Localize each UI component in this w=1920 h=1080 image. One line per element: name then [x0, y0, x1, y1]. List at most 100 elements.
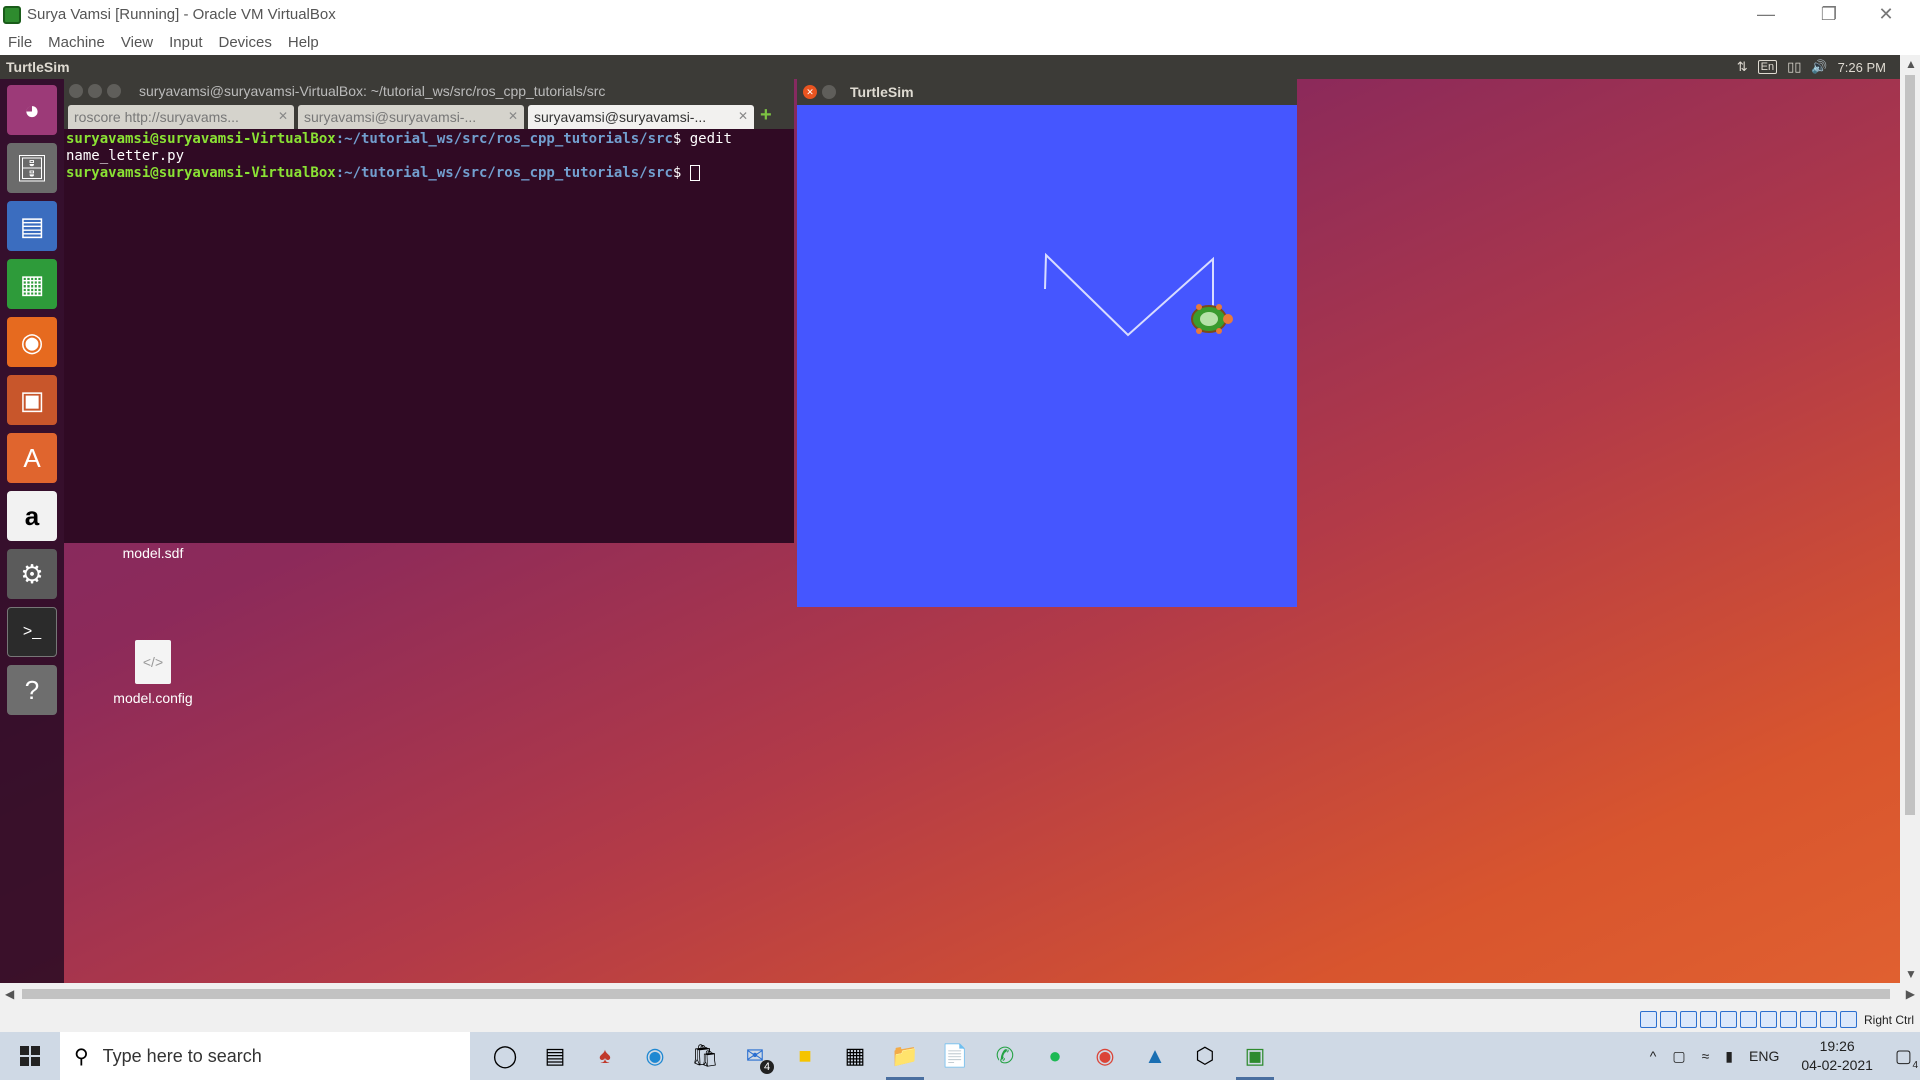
scrollbar-thumb[interactable]: [22, 989, 1890, 999]
terminal-close-button[interactable]: [69, 84, 83, 98]
guest-display[interactable]: TurtleSim ⇅ En ▯▯ 🔊 7:26 PM ◕ 🗄 ▤ ▦ ◉ ▣ …: [0, 55, 1900, 983]
tab-close-icon[interactable]: ✕: [508, 109, 518, 123]
terminal-maximize-button[interactable]: [107, 84, 121, 98]
shared-folders-icon[interactable]: [1739, 1011, 1757, 1028]
clock-time: 19:26: [1819, 1038, 1855, 1054]
virtualbox-taskbar-icon[interactable]: ▣: [1230, 1032, 1280, 1080]
menu-view[interactable]: View: [121, 34, 153, 51]
menu-input[interactable]: Input: [169, 34, 202, 51]
taskbar-clock[interactable]: 19:26 04-02-2021: [1801, 1037, 1873, 1075]
scrollbar-thumb[interactable]: [1905, 75, 1915, 815]
terminal-tab-2[interactable]: suryavamsi@suryavamsi-... ✕: [298, 105, 524, 129]
menu-devices[interactable]: Devices: [219, 34, 272, 51]
turtlesim-window[interactable]: ✕ TurtleSim: [797, 79, 1297, 607]
system-settings-icon[interactable]: ⚙: [7, 549, 57, 599]
audio-icon[interactable]: [1679, 1011, 1697, 1028]
files-icon[interactable]: 🗄: [7, 143, 57, 193]
restore-button[interactable]: ❐: [1806, 0, 1852, 29]
tab-close-icon[interactable]: ✕: [738, 109, 748, 123]
guest-vertical-scrollbar[interactable]: ▲ ▼: [1900, 55, 1920, 983]
close-button[interactable]: ✕: [1863, 0, 1909, 29]
menu-machine[interactable]: Machine: [48, 34, 105, 51]
notifications-icon[interactable]: ▢ 4: [1895, 1046, 1918, 1071]
amazon-icon[interactable]: a: [7, 491, 57, 541]
game-app-icon[interactable]: ♠: [580, 1032, 630, 1080]
file-explorer-icon[interactable]: 📁: [880, 1032, 930, 1080]
notification-badge: 4: [1912, 1059, 1918, 1071]
libreoffice-calc-icon[interactable]: ▦: [7, 259, 57, 309]
terminal-cursor: [689, 165, 700, 181]
panel-clock[interactable]: 7:26 PM: [1838, 60, 1886, 75]
scroll-down-icon[interactable]: ▼: [1905, 967, 1917, 981]
add-tab-icon[interactable]: +: [760, 104, 772, 127]
mail-icon[interactable]: ✉ 4: [730, 1032, 780, 1080]
keyboard-capture-icon[interactable]: [1839, 1011, 1857, 1028]
turtlesim-close-button[interactable]: ✕: [803, 85, 817, 99]
search-icon: ⚲: [74, 1045, 89, 1068]
hard-disk-icon[interactable]: [1639, 1011, 1657, 1028]
sticky-notes-icon[interactable]: ■: [780, 1032, 830, 1080]
panel-app-title: TurtleSim: [6, 59, 70, 75]
mouse-integration-icon[interactable]: [1819, 1011, 1837, 1028]
host-key-label: Right Ctrl: [1863, 1012, 1914, 1027]
tab-close-icon[interactable]: ✕: [278, 109, 288, 123]
photos-icon[interactable]: ▲: [1130, 1032, 1180, 1080]
network-icon[interactable]: [1699, 1011, 1717, 1028]
network-transfer-icon[interactable]: ⇅: [1737, 59, 1748, 75]
terminal-window[interactable]: suryavamsi@suryavamsi-VirtualBox: ~/tuto…: [64, 79, 794, 543]
wifi-icon[interactable]: ≈: [1702, 1048, 1710, 1064]
show-hidden-icons-icon[interactable]: ^: [1650, 1048, 1657, 1064]
volume-icon[interactable]: 🔊: [1811, 59, 1827, 75]
terminal-minimize-button[interactable]: [88, 84, 102, 98]
desktop-file-model-sdf[interactable]: model.sdf: [98, 545, 208, 561]
virtualization-icon[interactable]: [1799, 1011, 1817, 1028]
chrome-icon[interactable]: ◉: [1080, 1032, 1130, 1080]
terminal-output[interactable]: suryavamsi@suryavamsi-VirtualBox:~/tutor…: [66, 131, 792, 182]
desktop-file-model-config[interactable]: </> model.config: [98, 640, 208, 706]
optical-drive-icon[interactable]: [1659, 1011, 1677, 1028]
panel-indicators: ⇅ En ▯▯ 🔊 7:26 PM: [1737, 55, 1886, 79]
scroll-right-icon[interactable]: ▶: [1906, 987, 1915, 1001]
turtlesim-titlebar: ✕ TurtleSim: [797, 79, 1297, 105]
turtle-icon: [1191, 304, 1233, 334]
guest-horizontal-scrollbar[interactable]: ◀ ▶: [0, 983, 1920, 1005]
device-icon[interactable]: ▢: [1672, 1048, 1685, 1065]
store-icon[interactable]: 🛍: [680, 1032, 730, 1080]
task-view-icon[interactable]: ▤: [530, 1032, 580, 1080]
minimize-button[interactable]: —: [1743, 0, 1789, 29]
terminal-tab-roscore[interactable]: roscore http://suryavams... ✕: [68, 105, 294, 129]
edge-icon[interactable]: ◉: [630, 1032, 680, 1080]
scroll-left-icon[interactable]: ◀: [5, 987, 14, 1001]
turtlesim-canvas: [1044, 252, 1233, 337]
libreoffice-impress-icon[interactable]: ▣: [7, 375, 57, 425]
turtlesim-minimize-button[interactable]: [822, 85, 836, 99]
software-center-icon[interactable]: A: [7, 433, 57, 483]
spotify-icon[interactable]: ●: [1030, 1032, 1080, 1080]
language-indicator[interactable]: ENG: [1749, 1048, 1779, 1064]
help-icon[interactable]: ?: [7, 665, 57, 715]
xml-file-icon: </>: [135, 640, 171, 684]
whatsapp-icon[interactable]: ✆: [980, 1032, 1030, 1080]
firefox-icon[interactable]: ◉: [7, 317, 57, 367]
battery-tray-icon[interactable]: ▮: [1725, 1048, 1733, 1065]
calculator-icon[interactable]: ▦: [830, 1032, 880, 1080]
taskbar-search-box[interactable]: ⚲ Type here to search: [60, 1032, 470, 1080]
display-icon[interactable]: [1759, 1011, 1777, 1028]
python-app-icon[interactable]: 📄: [930, 1032, 980, 1080]
libreoffice-writer-icon[interactable]: ▤: [7, 201, 57, 251]
scroll-up-icon[interactable]: ▲: [1905, 57, 1917, 71]
keyboard-layout-indicator[interactable]: En: [1757, 60, 1778, 74]
battery-icon[interactable]: ▯▯: [1787, 59, 1801, 75]
terminal-icon[interactable]: >_: [7, 607, 57, 657]
video-capture-icon[interactable]: [1779, 1011, 1797, 1028]
menu-file[interactable]: File: [8, 34, 32, 51]
menu-help[interactable]: Help: [288, 34, 319, 51]
terminal-tab-active[interactable]: suryavamsi@suryavamsi-... ✕: [528, 105, 754, 129]
3d-viewer-icon[interactable]: ⬡: [1180, 1032, 1230, 1080]
command-continuation: name_letter.py: [66, 148, 185, 164]
ubuntu-dash-icon[interactable]: ◕: [7, 85, 57, 135]
ubuntu-top-panel: TurtleSim ⇅ En ▯▯ 🔊 7:26 PM: [0, 55, 1900, 79]
start-button[interactable]: [0, 1032, 60, 1080]
cortana-icon[interactable]: ◯: [480, 1032, 530, 1080]
usb-icon[interactable]: [1719, 1011, 1737, 1028]
